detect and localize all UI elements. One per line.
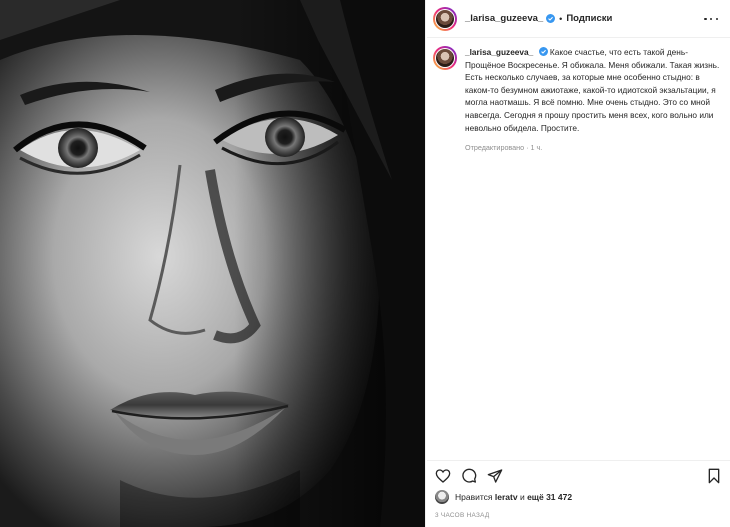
caption-meta: Отредактировано · 1 ч.	[465, 143, 543, 153]
share-icon[interactable]	[487, 468, 503, 484]
post-timestamp[interactable]: 3 ЧАСОВ НАЗАД	[435, 512, 490, 519]
more-options-icon[interactable]	[704, 13, 718, 25]
caption-avatar[interactable]	[433, 46, 457, 70]
verified-badge-icon	[546, 14, 556, 23]
following-button[interactable]: Подписки	[566, 13, 612, 24]
caption-username[interactable]: _larisa_guzeeva_	[465, 47, 533, 57]
header-separator: •	[559, 13, 563, 24]
likes-count[interactable]: ещё 31 472	[527, 492, 572, 502]
caption-text: Какое счастье, что есть такой день- Прощ…	[465, 47, 720, 133]
author-avatar[interactable]	[433, 6, 457, 31]
post-caption: _larisa_guzeeva_ Какое счастье, что есть…	[433, 46, 723, 155]
author-username[interactable]: _larisa_guzeeva_	[465, 13, 543, 24]
likes-summary: Нравится leratv и ещё 31 472	[435, 490, 572, 504]
action-bar	[427, 460, 730, 488]
post-photo[interactable]	[0, 0, 426, 527]
likes-prefix: Нравится	[455, 492, 493, 502]
heart-icon[interactable]	[435, 468, 451, 484]
liker-avatar[interactable]	[435, 490, 449, 504]
caption-body: _larisa_guzeeva_ Какое счастье, что есть…	[465, 46, 721, 155]
post-header: _larisa_guzeeva_ • Подписки	[427, 0, 730, 38]
comment-icon[interactable]	[461, 468, 477, 484]
instagram-post-window: _larisa_guzeeva_ • Подписки _larisa_guze…	[0, 0, 730, 527]
portrait-image	[0, 0, 425, 527]
verified-badge-icon	[538, 47, 548, 56]
post-side-panel: _larisa_guzeeva_ • Подписки _larisa_guze…	[427, 0, 730, 527]
likes-user[interactable]: leratv	[495, 492, 518, 502]
likes-middle: и	[519, 492, 525, 502]
bookmark-icon[interactable]	[706, 468, 722, 484]
